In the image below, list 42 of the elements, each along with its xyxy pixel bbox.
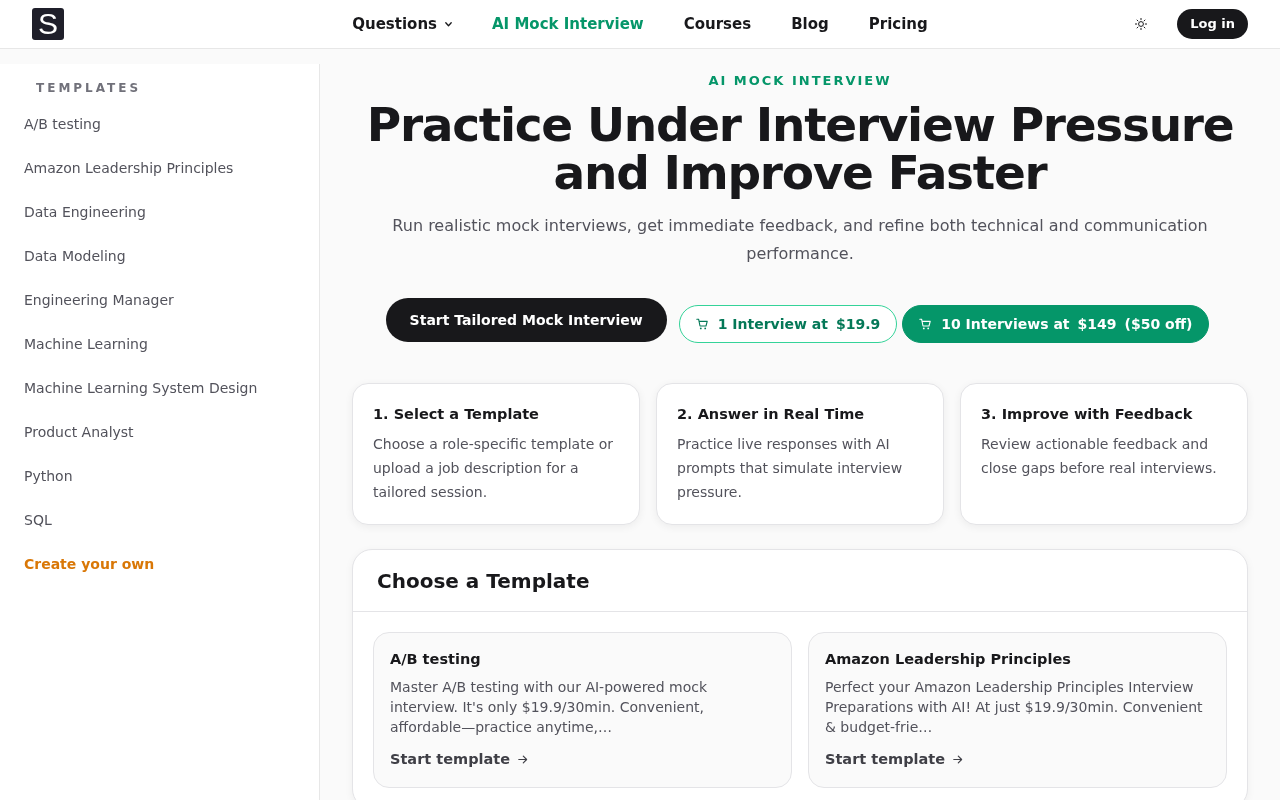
nav-link[interactable]: Courses [683,12,752,36]
sidebar-item[interactable]: Product Analyst [24,421,134,443]
step-description: Choose a role-specific template or upload a job description for a tailored session. [373,435,615,502]
sidebar-heading: TEMPLATES [35,80,143,96]
arrow-icon [953,754,964,764]
nav-link[interactable]: Pricing [868,12,928,36]
template-title: A/B testing [390,650,482,669]
sidebar-item[interactable]: A/B testing [24,113,101,135]
cart-icon [919,318,932,330]
panel-title: Choose a Template [377,568,590,593]
start-template-link[interactable]: Start template [825,749,964,769]
cart-icon [695,318,708,330]
sidebar-item[interactable]: SQL [24,509,52,531]
page-title: Practice Under Interview Pressure and Improve Faster [365,101,1235,197]
subtitle: Run realistic mock interviews, get immediate feedback, and refine both technical and communication performance. [391,215,1209,265]
nav-link[interactable]: AI Mock Interview [492,12,644,36]
nav-link[interactable]: Blog [791,12,829,36]
step-description: Review actionable feedback and close gaps before real interviews. [981,435,1218,478]
buy-button[interactable]: 10 Interviews at $149 ($50 off) [902,305,1210,343]
eyebrow-label: AI MOCK INTERVIEW [707,73,893,89]
nav-link[interactable]: Questions [352,12,452,36]
sidebar-item[interactable]: Machine Learning System Design [24,377,258,399]
start-interview-button[interactable]: Start Tailored Mock Interview [385,298,667,342]
sun-icon[interactable] [1135,18,1148,30]
step-description: Practice live responses with AI prompts that simulate interview pressure. [677,435,904,502]
start-template-link[interactable]: Start template [390,749,529,769]
arrow-icon [518,754,529,764]
sidebar-item[interactable]: Engineering Manager [24,289,174,311]
template-description: Master A/B testing with our AI-powered mock interview. It's only $19.9/30min. Convenient, affordable—practice anytime,… [390,678,709,737]
step-title: 2. Answer in Real Time [677,405,866,424]
template-title: Amazon Leadership Principles [825,650,1072,669]
sidebar-item[interactable]: Machine Learning [24,333,148,355]
sidebar-item[interactable]: Python [24,465,73,487]
sidebar-item[interactable]: Data Modeling [24,245,126,267]
step-title: 3. Improve with Feedback [981,405,1194,424]
sidebar-item[interactable]: Amazon Leadership Principles [24,157,234,179]
buy-button[interactable]: 1 Interview at $19.9 [678,305,898,343]
sidebar-item[interactable]: Data Engineering [24,201,146,223]
template-description: Perfect your Amazon Leadership Principles Interview Preparations with AI! At just $19.9/30min. Convenient & budget-frie… [825,678,1204,737]
login-button[interactable]: Log in [1177,9,1248,39]
logo[interactable]: S [32,8,64,40]
step-title: 1. Select a Template [373,405,540,424]
